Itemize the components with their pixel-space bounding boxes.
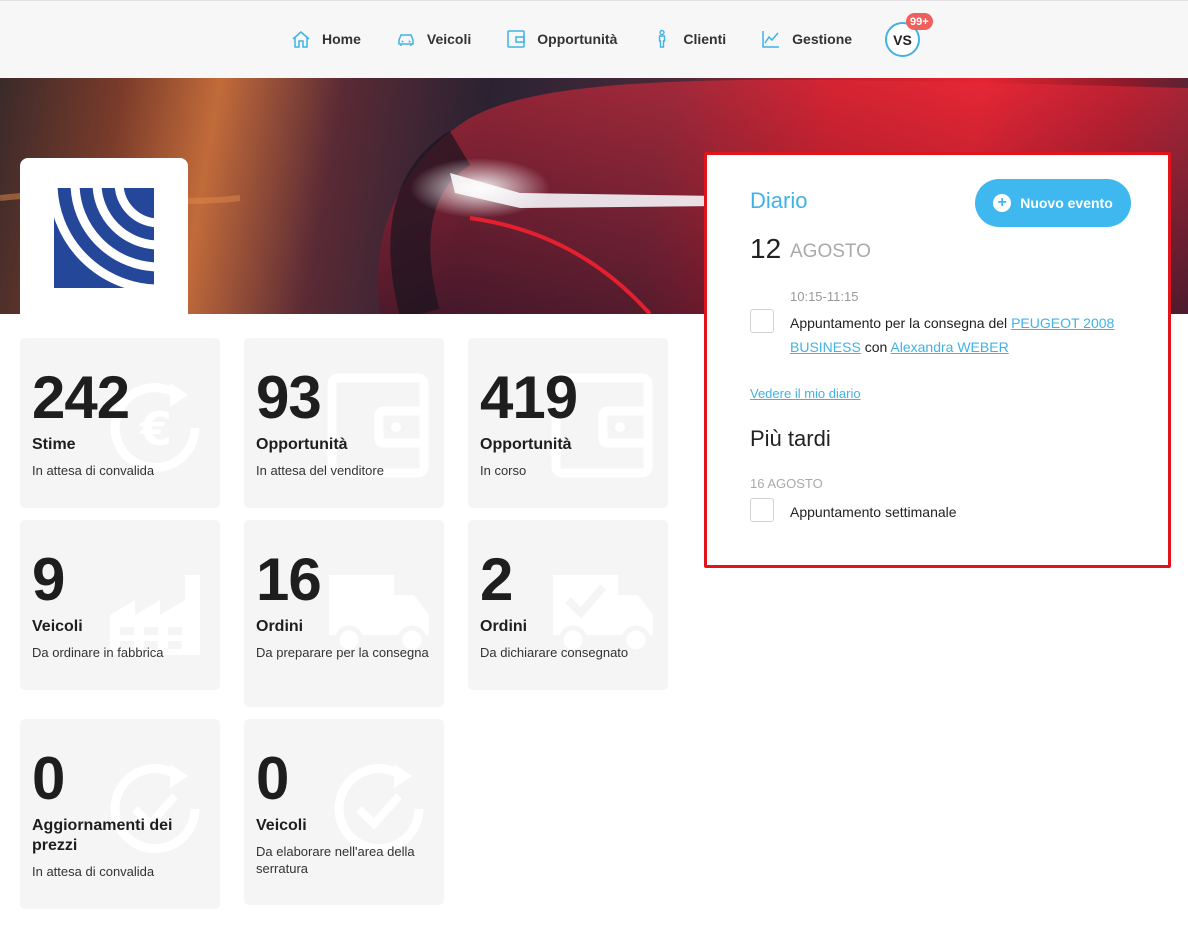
stat-title: Opportunità [256, 436, 348, 453]
stat-title: Aggiornamenti dei prezzi [32, 817, 173, 854]
wallet-icon [505, 28, 527, 50]
stat-subtitle: In attesa del venditore [256, 463, 384, 478]
stat-title: Ordini [480, 618, 528, 635]
stat-subtitle: Da preparare per la consegna [256, 645, 429, 660]
later-appointment-checkbox[interactable] [750, 498, 774, 522]
nav-item-label: Clienti [683, 31, 727, 47]
stat-number: 2 [480, 546, 513, 613]
stat-card-ordini-consegnato[interactable]: 2 Ordini Da dichiarare consegnato [468, 520, 668, 690]
new-event-button[interactable]: + Nuovo evento [975, 179, 1131, 227]
top-navigation: Home Veicoli Opportunità Clienti Gestion… [0, 0, 1188, 78]
chart-icon [760, 28, 782, 50]
car-icon [395, 28, 417, 50]
appointment-text: Appuntamento per la consegna del PEUGEOT… [790, 311, 1130, 359]
nav-items: Home Veicoli Opportunità Clienti Gestion… [290, 23, 886, 55]
see-diary-link[interactable]: Vedere il mio diario [750, 386, 861, 401]
appointment-time: 10:15-11:15 [790, 289, 859, 304]
later-title: Più tardi [750, 426, 831, 451]
nav-item-gestione[interactable]: Gestione [760, 28, 852, 50]
nav-item-clienti[interactable]: Clienti [651, 28, 726, 50]
appointment-checkbox[interactable] [750, 309, 774, 333]
later-date: 16 AGOSTO [750, 476, 823, 491]
stat-card-aggiornamenti-prezzi[interactable]: 0 Aggiornamenti dei prezzi In attesa di … [20, 719, 220, 909]
stat-subtitle: In corso [480, 463, 527, 478]
stat-subtitle: In attesa di convalida [32, 864, 155, 879]
date-month: AGOSTO [790, 241, 871, 262]
diary-panel: Diario + Nuovo evento 12 AGOSTO 10:15-11… [704, 152, 1171, 568]
stat-number: 419 [480, 364, 578, 431]
new-event-label: Nuovo evento [1020, 195, 1113, 211]
stat-card-ordini-preparare[interactable]: 16 Ordini Da preparare per la consegna [244, 520, 444, 707]
nav-item-label: Opportunità [537, 31, 618, 47]
stat-title: Veicoli [256, 817, 307, 834]
stat-subtitle: Da elaborare nell'area della serratura [256, 844, 415, 876]
nav-item-label: Home [322, 31, 361, 47]
nav-item-label: Gestione [792, 31, 853, 47]
diary-title: Diario [750, 188, 808, 213]
date-day: 12 [750, 233, 782, 264]
stat-title: Veicoli [32, 618, 83, 635]
stat-title: Stime [32, 436, 76, 453]
home-icon [290, 28, 312, 50]
stat-subtitle: In attesa di convalida [32, 463, 155, 478]
later-appointment-text: Appuntamento settimanale [790, 504, 957, 520]
nav-item-home[interactable]: Home [290, 28, 361, 50]
stat-number: 9 [32, 546, 65, 613]
stat-number: 0 [256, 745, 289, 812]
stat-subtitle: Da dichiarare consegnato [480, 645, 629, 660]
stat-card-stime[interactable]: € 242 Stime In attesa di convalida [20, 338, 220, 508]
stat-number: 0 [32, 745, 65, 812]
plus-icon: + [993, 194, 1012, 212]
nav-item-label: Veicoli [426, 31, 472, 47]
stat-title: Opportunità [480, 436, 572, 453]
stat-number: 16 [256, 546, 322, 613]
dealer-logo-card [20, 158, 188, 318]
stat-title: Ordini [256, 618, 304, 635]
nav-item-veicoli[interactable]: Veicoli [395, 28, 471, 50]
notification-badge[interactable]: 99+ [906, 13, 933, 30]
appointment-text-before: Appuntamento per la consegna del [790, 315, 1008, 331]
person-icon [651, 28, 673, 50]
stat-number: 242 [32, 364, 130, 431]
appointment-text-mid: con [864, 339, 888, 355]
nav-item-opportunita[interactable]: Opportunità [505, 28, 617, 50]
client-link[interactable]: Alexandra WEBER [890, 339, 1008, 355]
dealer-logo [54, 188, 154, 288]
stat-card-veicoli-fabbrica[interactable]: 9 Veicoli Da ordinare in fabbrica [20, 520, 220, 690]
stat-number: 93 [256, 364, 322, 431]
stat-card-veicoli-serratura[interactable]: 0 Veicoli Da elaborare nell'area della s… [244, 719, 444, 905]
stat-card-opportunita-venditore[interactable]: 93 Opportunità In attesa del venditore [244, 338, 444, 508]
stat-card-opportunita-corso[interactable]: 419 Opportunità In corso [468, 338, 668, 508]
stat-subtitle: Da ordinare in fabbrica [32, 645, 164, 660]
